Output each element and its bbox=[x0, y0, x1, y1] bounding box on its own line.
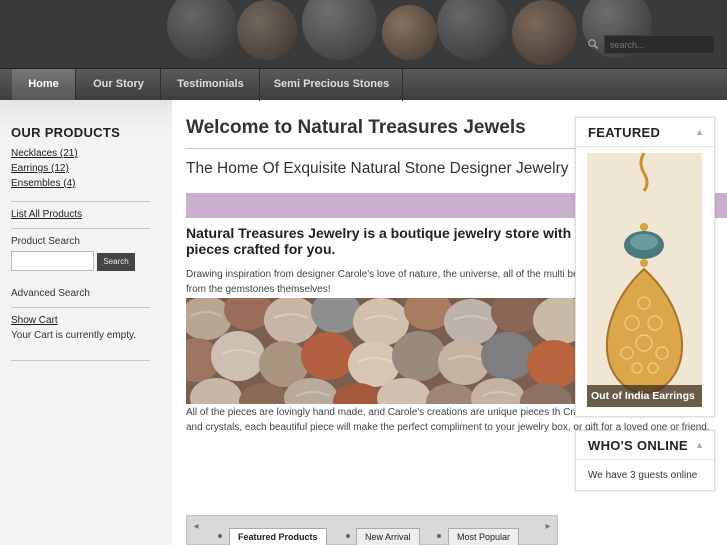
featured-module: FEATURED ▲ Out of India Earrings bbox=[575, 117, 715, 417]
show-cart-link[interactable]: Show Cart bbox=[11, 315, 58, 326]
gemstone-beads-image bbox=[186, 298, 586, 404]
tab-featured-products[interactable]: Featured Products bbox=[229, 528, 327, 545]
product-tabs-strip: ◂ ▸ Featured Products New Arrival Most P… bbox=[186, 515, 558, 545]
featured-product-image[interactable]: Out of India Earrings bbox=[587, 153, 702, 407]
category-link-earrings[interactable]: Earrings (12) bbox=[11, 163, 69, 174]
featured-product-caption[interactable]: Out of India Earrings bbox=[587, 385, 702, 407]
intro-heading: Natural Treasures Jewelry is a boutique … bbox=[186, 225, 572, 257]
nav-tab-our-story[interactable]: Our Story bbox=[77, 69, 161, 101]
product-search-input[interactable] bbox=[11, 251, 94, 271]
sidebar-divider bbox=[11, 228, 150, 229]
sidebar-divider bbox=[11, 307, 150, 308]
list-all-products-link[interactable]: List All Products bbox=[11, 209, 82, 220]
whos-online-module: WHO'S ONLINE ▲ We have 3 guests online bbox=[575, 430, 715, 491]
bullet-icon bbox=[437, 534, 441, 538]
title-divider bbox=[186, 148, 575, 149]
collapse-caret-icon[interactable]: ▲ bbox=[695, 127, 704, 137]
page-title: Welcome to Natural Treasures Jewels bbox=[186, 117, 526, 138]
search-icon[interactable] bbox=[587, 38, 601, 50]
scroll-right-arrow-icon[interactable]: ▸ bbox=[541, 520, 555, 534]
cart-status-text: Your Cart is currently empty. bbox=[11, 330, 137, 341]
advanced-search-link[interactable]: Advanced Search bbox=[11, 288, 90, 299]
left-sidebar: OUR PRODUCTS Necklaces (21) Earrings (12… bbox=[0, 100, 172, 545]
page-subtitle: The Home Of Exquisite Natural Stone Desi… bbox=[186, 160, 569, 177]
tab-most-popular[interactable]: Most Popular bbox=[448, 528, 520, 545]
online-guests-text: We have 3 guests online bbox=[588, 470, 698, 481]
category-link-necklaces[interactable]: Necklaces (21) bbox=[11, 148, 78, 159]
sidebar-divider bbox=[11, 201, 150, 202]
nav-tab-testimonials[interactable]: Testimonials bbox=[162, 69, 260, 101]
nav-tab-semi-precious-stones[interactable]: Semi Precious Stones bbox=[261, 69, 403, 101]
our-products-heading: OUR PRODUCTS bbox=[11, 125, 121, 140]
featured-heading: FEATURED bbox=[588, 125, 661, 140]
scroll-left-arrow-icon[interactable]: ◂ bbox=[189, 520, 203, 534]
site-header bbox=[0, 0, 727, 68]
module-divider bbox=[576, 459, 714, 460]
header-stones-banner bbox=[127, 0, 687, 68]
module-divider bbox=[576, 146, 714, 147]
nav-tab-home[interactable]: Home bbox=[12, 69, 76, 101]
whos-online-heading: WHO'S ONLINE bbox=[588, 438, 688, 453]
collapse-caret-icon[interactable]: ▲ bbox=[695, 440, 704, 450]
site-search-input[interactable] bbox=[604, 35, 715, 54]
bullet-icon bbox=[218, 534, 222, 538]
product-search-label: Product Search bbox=[11, 236, 80, 247]
product-search-button[interactable]: Search bbox=[97, 253, 135, 271]
tab-new-arrival[interactable]: New Arrival bbox=[356, 528, 420, 545]
bullet-icon bbox=[346, 534, 350, 538]
main-nav: Home Our Story Testimonials Semi Preciou… bbox=[0, 68, 727, 101]
sidebar-divider bbox=[11, 360, 150, 361]
category-link-ensembles[interactable]: Ensembles (4) bbox=[11, 178, 75, 189]
